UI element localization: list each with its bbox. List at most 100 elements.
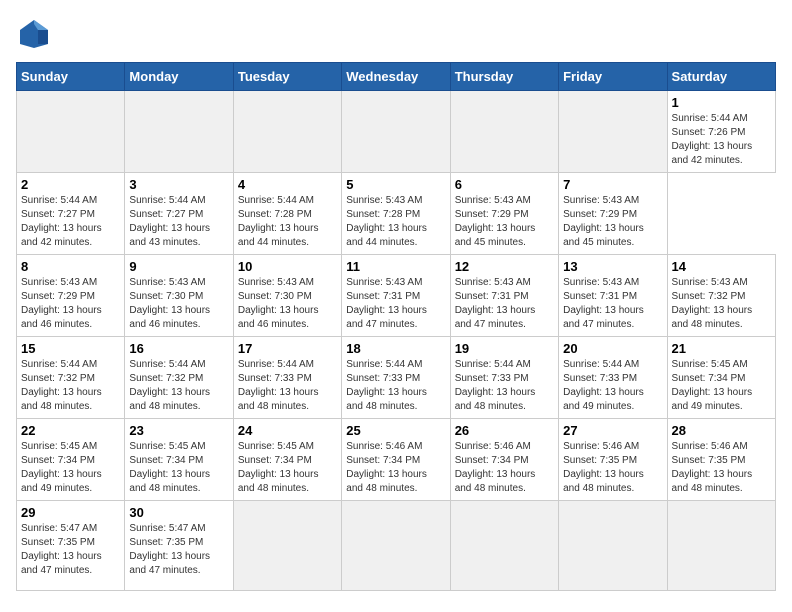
day-cell: 26 Sunrise: 5:46 AMSunset: 7:34 PMDayligh… — [450, 419, 558, 501]
day-number: 2 — [21, 177, 120, 192]
day-number: 29 — [21, 505, 120, 520]
day-cell: 21 Sunrise: 5:45 AMSunset: 7:34 PMDayligh… — [667, 337, 775, 419]
day-cell: 17Sunrise: 5:44 AMSunset: 7:33 PMDayligh… — [233, 337, 341, 419]
day-number: 23 — [129, 423, 228, 438]
day-number: 10 — [238, 259, 337, 274]
header-cell-wednesday: Wednesday — [342, 63, 450, 91]
day-number: 14 — [672, 259, 771, 274]
day-cell — [233, 91, 341, 173]
header-cell-monday: Monday — [125, 63, 233, 91]
day-number: 5 — [346, 177, 445, 192]
day-info: Sunrise: 5:45 AMSunset: 7:34 PMDaylight:… — [672, 358, 771, 414]
day-cell: 24Sunrise: 5:45 AMSunset: 7:34 PMDayligh… — [233, 419, 341, 501]
week-row-2: 2 Sunrise: 5:44 AMSunset: 7:27 PMDaylight… — [17, 173, 776, 255]
day-cell: 11 Sunrise: 5:43 AMSunset: 7:31 PMDayligh… — [342, 255, 450, 337]
day-cell — [125, 91, 233, 173]
day-info: Sunrise: 5:43 AMSunset: 7:31 PMDaylight:… — [455, 276, 554, 332]
day-cell: 8Sunrise: 5:43 AMSunset: 7:29 PMDaylight… — [17, 255, 125, 337]
day-cell: 2Sunrise: 5:44 AMSunset: 7:27 PMDaylight… — [17, 173, 125, 255]
day-cell: 10 Sunrise: 5:43 AMSunset: 7:30 PMDayligh… — [233, 255, 341, 337]
day-info: Sunrise: 5:46 AMSunset: 7:35 PMDaylight:… — [672, 440, 771, 496]
day-number: 28 — [672, 423, 771, 438]
day-info: Sunrise: 5:44 AMSunset: 7:28 PMDaylight:… — [238, 194, 337, 250]
day-number: 1 — [672, 95, 771, 110]
day-number: 12 — [455, 259, 554, 274]
day-info: Sunrise: 5:45 AMSunset: 7:34 PMDaylight:… — [21, 440, 120, 496]
day-number: 26 — [455, 423, 554, 438]
day-info: Sunrise: 5:43 AMSunset: 7:29 PMDaylight:… — [21, 276, 120, 332]
day-number: 18 — [346, 341, 445, 356]
day-cell: 27Sunrise: 5:46 AMSunset: 7:35 PMDayligh… — [559, 419, 667, 501]
week-row-3: 8Sunrise: 5:43 AMSunset: 7:29 PMDaylight… — [17, 255, 776, 337]
day-number: 4 — [238, 177, 337, 192]
day-cell — [342, 501, 450, 591]
day-info: Sunrise: 5:43 AMSunset: 7:31 PMDaylight:… — [563, 276, 662, 332]
day-number: 22 — [21, 423, 120, 438]
day-info: Sunrise: 5:44 AMSunset: 7:26 PMDaylight:… — [672, 112, 771, 168]
day-cell: 5 Sunrise: 5:43 AMSunset: 7:28 PMDaylight… — [342, 173, 450, 255]
day-cell: 1 Sunrise: 5:44 AMSunset: 7:26 PMDaylight… — [667, 91, 775, 173]
day-number: 13 — [563, 259, 662, 274]
day-cell: 15 Sunrise: 5:44 AMSunset: 7:32 PMDayligh… — [17, 337, 125, 419]
day-number: 7 — [563, 177, 662, 192]
day-number: 20 — [563, 341, 662, 356]
header-cell-tuesday: Tuesday — [233, 63, 341, 91]
day-info: Sunrise: 5:43 AMSunset: 7:31 PMDaylight:… — [346, 276, 445, 332]
day-number: 27 — [563, 423, 662, 438]
day-info: Sunrise: 5:44 AMSunset: 7:33 PMDaylight:… — [455, 358, 554, 414]
header-cell-saturday: Saturday — [667, 63, 775, 91]
day-info: Sunrise: 5:43 AMSunset: 7:28 PMDaylight:… — [346, 194, 445, 250]
day-info: Sunrise: 5:44 AMSunset: 7:33 PMDaylight:… — [563, 358, 662, 414]
day-number: 24 — [238, 423, 337, 438]
day-info: Sunrise: 5:46 AMSunset: 7:34 PMDaylight:… — [346, 440, 445, 496]
header-cell-thursday: Thursday — [450, 63, 558, 91]
day-number: 16 — [129, 341, 228, 356]
day-cell: 9Sunrise: 5:43 AMSunset: 7:30 PMDaylight… — [125, 255, 233, 337]
day-info: Sunrise: 5:44 AMSunset: 7:27 PMDaylight:… — [129, 194, 228, 250]
day-cell: 22 Sunrise: 5:45 AMSunset: 7:34 PMDayligh… — [17, 419, 125, 501]
day-cell: 20 Sunrise: 5:44 AMSunset: 7:33 PMDayligh… — [559, 337, 667, 419]
day-number: 11 — [346, 259, 445, 274]
day-cell: 13 Sunrise: 5:43 AMSunset: 7:31 PMDayligh… — [559, 255, 667, 337]
day-cell: 4 Sunrise: 5:44 AMSunset: 7:28 PMDaylight… — [233, 173, 341, 255]
header — [16, 16, 776, 52]
day-info: Sunrise: 5:44 AMSunset: 7:33 PMDaylight:… — [238, 358, 337, 414]
day-number: 21 — [672, 341, 771, 356]
day-number: 6 — [455, 177, 554, 192]
day-info: Sunrise: 5:45 AMSunset: 7:34 PMDaylight:… — [129, 440, 228, 496]
day-cell — [559, 501, 667, 591]
calendar-table: SundayMondayTuesdayWednesdayThursdayFrid… — [16, 62, 776, 591]
day-cell — [559, 91, 667, 173]
logo-icon — [16, 16, 52, 52]
day-cell — [667, 501, 775, 591]
day-info: Sunrise: 5:44 AMSunset: 7:33 PMDaylight:… — [346, 358, 445, 414]
header-cell-friday: Friday — [559, 63, 667, 91]
day-cell — [450, 91, 558, 173]
day-cell — [233, 501, 341, 591]
day-cell: 14 Sunrise: 5:43 AMSunset: 7:32 PMDayligh… — [667, 255, 775, 337]
day-cell: 6Sunrise: 5:43 AMSunset: 7:29 PMDaylight… — [450, 173, 558, 255]
day-number: 3 — [129, 177, 228, 192]
day-number: 30 — [129, 505, 228, 520]
day-cell: 29 Sunrise: 5:47 AMSunset: 7:35 PMDayligh… — [17, 501, 125, 591]
day-cell: 7Sunrise: 5:43 AMSunset: 7:29 PMDaylight… — [559, 173, 667, 255]
day-cell: 12 Sunrise: 5:43 AMSunset: 7:31 PMDayligh… — [450, 255, 558, 337]
day-info: Sunrise: 5:43 AMSunset: 7:30 PMDaylight:… — [238, 276, 337, 332]
day-cell: 18 Sunrise: 5:44 AMSunset: 7:33 PMDayligh… — [342, 337, 450, 419]
day-info: Sunrise: 5:43 AMSunset: 7:32 PMDaylight:… — [672, 276, 771, 332]
day-info: Sunrise: 5:47 AMSunset: 7:35 PMDaylight:… — [129, 522, 228, 578]
day-number: 15 — [21, 341, 120, 356]
day-number: 9 — [129, 259, 228, 274]
day-info: Sunrise: 5:46 AMSunset: 7:34 PMDaylight:… — [455, 440, 554, 496]
day-cell — [342, 91, 450, 173]
day-cell: 3 Sunrise: 5:44 AMSunset: 7:27 PMDaylight… — [125, 173, 233, 255]
day-number: 19 — [455, 341, 554, 356]
day-cell: 19 Sunrise: 5:44 AMSunset: 7:33 PMDayligh… — [450, 337, 558, 419]
day-info: Sunrise: 5:47 AMSunset: 7:35 PMDaylight:… — [21, 522, 120, 578]
day-info: Sunrise: 5:44 AMSunset: 7:32 PMDaylight:… — [21, 358, 120, 414]
week-row-5: 22 Sunrise: 5:45 AMSunset: 7:34 PMDayligh… — [17, 419, 776, 501]
day-cell: 25Sunrise: 5:46 AMSunset: 7:34 PMDayligh… — [342, 419, 450, 501]
day-cell: 28 Sunrise: 5:46 AMSunset: 7:35 PMDayligh… — [667, 419, 775, 501]
header-row: SundayMondayTuesdayWednesdayThursdayFrid… — [17, 63, 776, 91]
week-row-1: 1 Sunrise: 5:44 AMSunset: 7:26 PMDaylight… — [17, 91, 776, 173]
